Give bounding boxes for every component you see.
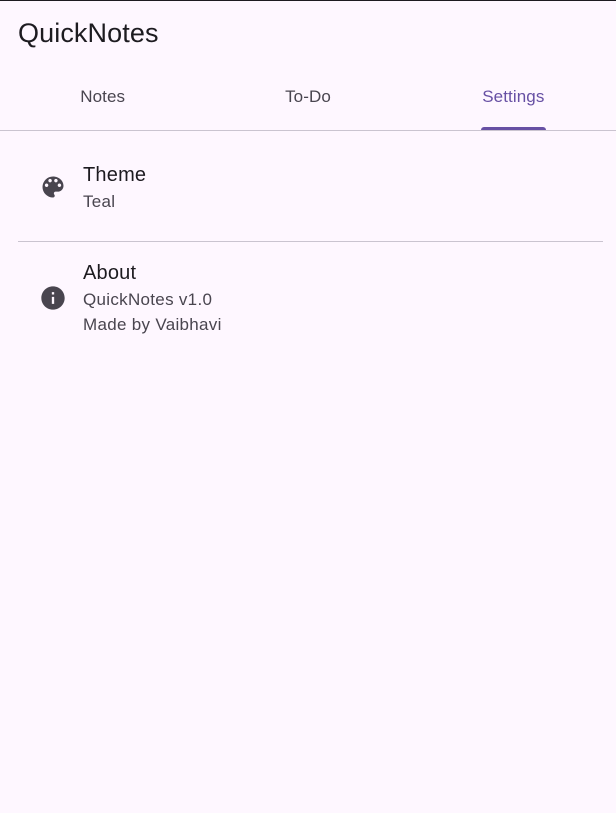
about-title: About <box>83 262 137 284</box>
about-version: QuickNotes v1.0 <box>83 290 213 309</box>
theme-setting[interactable]: Theme Teal <box>18 131 603 241</box>
tab-todo-label: To-Do <box>285 86 331 106</box>
settings-list: Theme Teal About QuickNotes v1.0 Made by… <box>0 131 616 352</box>
tab-todo[interactable]: To-Do <box>205 65 410 130</box>
tab-settings[interactable]: Settings <box>411 65 616 130</box>
theme-setting-text: Theme Teal <box>83 161 146 214</box>
about-setting-text: About QuickNotes v1.0 Made by Vaibhavi <box>83 259 222 337</box>
app-window: QuickNotes Notes To-Do Settings Theme Te… <box>0 0 616 813</box>
theme-value: Teal <box>83 191 116 211</box>
info-icon <box>18 284 83 312</box>
tab-settings-label: Settings <box>482 86 545 106</box>
palette-icon <box>18 173 83 201</box>
tab-notes[interactable]: Notes <box>0 65 205 130</box>
app-bar: QuickNotes <box>0 1 616 65</box>
theme-title: Theme <box>83 163 147 186</box>
active-tab-indicator <box>480 127 546 130</box>
tab-bar: Notes To-Do Settings <box>0 65 616 131</box>
about-setting[interactable]: About QuickNotes v1.0 Made by Vaibhavi <box>18 242 603 352</box>
tab-notes-label: Notes <box>80 86 126 106</box>
app-title: QuickNotes <box>18 17 159 48</box>
about-author: Made by Vaibhavi <box>83 315 222 334</box>
